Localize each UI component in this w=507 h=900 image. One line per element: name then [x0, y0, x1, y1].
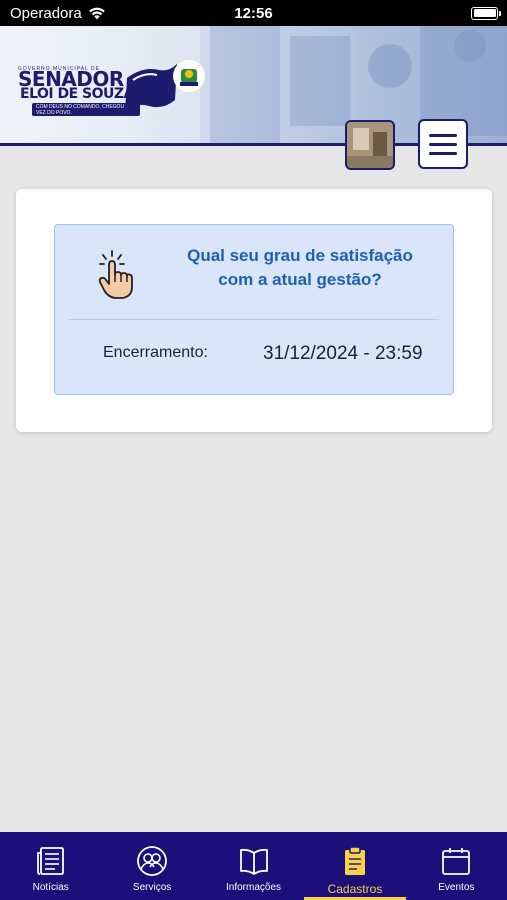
battery-icon: [471, 6, 501, 20]
poll-item[interactable]: Qual seu grau de satisfação com a atual …: [54, 224, 454, 395]
poll-question: Qual seu grau de satisfação com a atual …: [187, 246, 413, 289]
carrier-label: Operadora: [10, 4, 82, 22]
thumbnail-image[interactable]: [345, 120, 395, 170]
crest-icon: [173, 60, 205, 92]
logo-title-2: ELOI DE SOUZA: [20, 86, 134, 102]
calendar-icon: [442, 848, 471, 875]
tab-informacoes[interactable]: Informações: [203, 832, 304, 900]
tab-eventos[interactable]: Eventos: [406, 832, 507, 900]
poll-card: Qual seu grau de satisfação com a atual …: [16, 189, 492, 432]
flag-icon: [125, 64, 177, 112]
room-photo-icon: [347, 122, 393, 168]
tab-label: Cadastros: [327, 882, 383, 896]
divider: [69, 319, 439, 320]
wifi-icon: [88, 7, 105, 20]
tab-label: Informações: [226, 882, 282, 893]
closing-date: 31/12/2024 - 23:59: [263, 343, 423, 364]
status-bar: Operadora 12:56: [0, 0, 507, 26]
book-open-icon: [239, 848, 268, 875]
municipality-logo: GOVERNO MUNICIPAL DE SENADOR ELOI DE SOU…: [18, 60, 228, 116]
clipboard-icon: [344, 846, 365, 875]
tab-label: Serviços: [132, 882, 172, 893]
tab-noticias[interactable]: Notícias: [0, 832, 101, 900]
hamburger-icon-line: [429, 142, 457, 146]
tab-label: Eventos: [438, 882, 475, 893]
hamburger-icon-line: [429, 133, 457, 137]
tap-hand-icon: [98, 250, 133, 299]
hamburger-icon-line: [429, 151, 457, 155]
bottom-tab-bar: Notícias Serviços Informações Cadastros: [0, 832, 507, 900]
closing-label: Encerramento:: [103, 344, 208, 361]
tab-label: Notícias: [32, 882, 69, 893]
tab-servicos[interactable]: Serviços: [101, 832, 202, 900]
menu-button[interactable]: [418, 119, 468, 169]
newspaper-icon: [36, 847, 64, 875]
tab-cadastros[interactable]: Cadastros: [304, 832, 407, 900]
users-circle-icon: [137, 846, 168, 876]
